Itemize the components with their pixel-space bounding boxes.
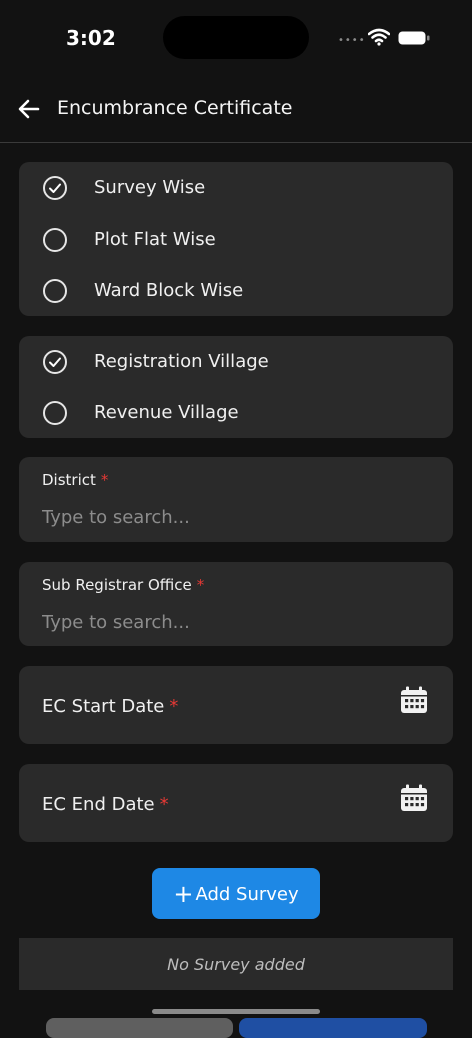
sub-registrar-office-field: Sub Registrar Office * (19, 562, 453, 646)
required-asterisk: * (196, 576, 205, 594)
ec-end-date-label: EC End Date * (42, 794, 169, 815)
required-asterisk: * (169, 696, 179, 717)
page-title: Encumbrance Certificate (57, 97, 293, 119)
required-asterisk: * (100, 471, 109, 489)
radio-option-plot-flat-wise[interactable]: Plot Flat Wise (19, 220, 453, 264)
ec-end-date-field[interactable]: EC End Date * (19, 764, 453, 842)
bottom-secondary-button[interactable] (46, 1018, 233, 1038)
district-search-input[interactable] (42, 503, 432, 531)
required-asterisk: * (159, 794, 169, 815)
radio-option-ward-block-wise[interactable]: Ward Block Wise (19, 271, 453, 315)
village-type-radio-group: Registration Village Revenue Village (19, 336, 453, 438)
radio-option-survey-wise[interactable]: Survey Wise (19, 168, 453, 212)
search-type-radio-group: Survey Wise Plot Flat Wise Ward Block Wi… (19, 162, 453, 316)
dynamic-island (163, 16, 309, 59)
calendar-icon[interactable] (400, 686, 428, 714)
checked-circle-icon (43, 176, 67, 200)
radio-label: Survey Wise (94, 177, 206, 198)
empty-state-text: No Survey added (167, 955, 305, 974)
status-bar: 3:02 •••• (0, 0, 472, 80)
arrow-left-icon[interactable] (16, 96, 42, 122)
unchecked-circle-icon (43, 279, 67, 303)
battery-icon (398, 31, 430, 45)
radio-label: Revenue Village (94, 402, 239, 423)
ec-start-date-field[interactable]: EC Start Date * (19, 666, 453, 744)
radio-label: Registration Village (94, 351, 269, 372)
calendar-icon[interactable] (400, 784, 428, 812)
app-header: Encumbrance Certificate (0, 80, 472, 143)
sub-registrar-office-label: Sub Registrar Office * (42, 576, 205, 594)
district-label: District * (42, 471, 109, 489)
radio-option-registration-village[interactable]: Registration Village (19, 342, 453, 386)
cellular-signal-icon: •••• (338, 35, 366, 46)
bottom-primary-button[interactable] (239, 1018, 427, 1038)
status-time: 3:02 (66, 26, 116, 50)
home-indicator (152, 1009, 320, 1014)
survey-list-empty-state: No Survey added (19, 938, 453, 990)
radio-label: Plot Flat Wise (94, 229, 216, 250)
radio-option-revenue-village[interactable]: Revenue Village (19, 393, 453, 437)
radio-label: Ward Block Wise (94, 280, 244, 301)
wifi-icon (368, 28, 390, 46)
checked-circle-icon (43, 350, 67, 374)
add-survey-label: Add Survey (195, 883, 299, 905)
plus-icon: + (173, 879, 194, 908)
add-survey-button[interactable]: + Add Survey (152, 868, 320, 919)
ec-start-date-label: EC Start Date * (42, 696, 179, 717)
unchecked-circle-icon (43, 228, 67, 252)
district-field: District * (19, 457, 453, 542)
unchecked-circle-icon (43, 401, 67, 425)
sub-registrar-office-search-input[interactable] (42, 608, 432, 636)
